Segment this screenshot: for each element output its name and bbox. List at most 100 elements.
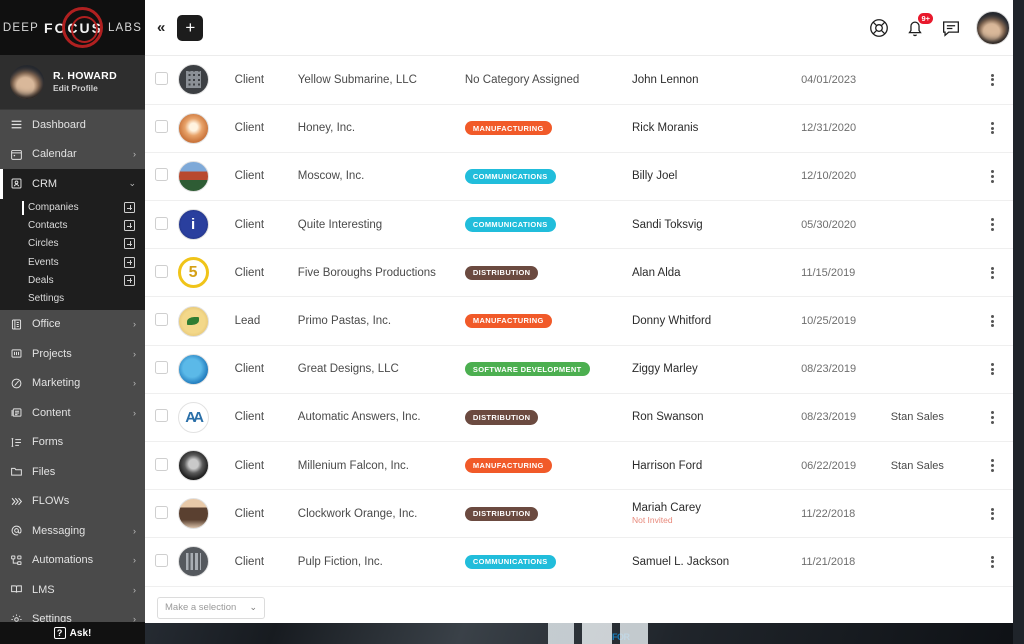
table-row[interactable]: Client Clockwork Orange, Inc. DISTRIBUTI… bbox=[145, 490, 1013, 538]
kebab-menu-icon[interactable] bbox=[972, 122, 1013, 135]
sidebar-item-projects[interactable]: Projects › bbox=[0, 339, 145, 369]
kebab-menu-icon[interactable] bbox=[972, 266, 1013, 280]
sidebar-item-label: Projects bbox=[32, 347, 72, 360]
table-row[interactable]: Client Yellow Submarine, LLC No Category… bbox=[145, 56, 1013, 105]
kebab-menu-icon[interactable] bbox=[972, 411, 1013, 424]
add-circle-icon[interactable] bbox=[124, 238, 135, 250]
row-company: Moscow, Inc. bbox=[297, 170, 365, 183]
sidebar-item-label: Calendar bbox=[32, 148, 77, 161]
row-checkbox[interactable] bbox=[154, 168, 168, 182]
edit-profile-link[interactable]: Edit Profile bbox=[53, 83, 117, 94]
row-company: Yellow Submarine, LLC bbox=[297, 73, 417, 86]
automations-icon bbox=[9, 553, 24, 568]
sidebar-item-flows[interactable]: FLOWs bbox=[0, 487, 145, 517]
company-logo bbox=[177, 64, 209, 96]
kebab-menu-icon[interactable] bbox=[972, 170, 1013, 183]
bell-icon[interactable]: 9+ bbox=[904, 12, 933, 39]
content-icon bbox=[9, 405, 24, 420]
kebab-menu-icon[interactable] bbox=[972, 507, 1013, 520]
sidebar-item-crm[interactable]: CRM ⌄ bbox=[0, 169, 145, 199]
row-date: 06/22/2019 bbox=[801, 459, 857, 472]
sidebar-item-label: Content bbox=[32, 406, 71, 419]
table-row[interactable]: Client Millenium Falcon, Inc. MANUFACTUR… bbox=[145, 442, 1013, 490]
sidebar-item-contacts[interactable]: Contacts bbox=[0, 217, 145, 235]
sidebar-item-forms[interactable]: Forms bbox=[0, 428, 145, 458]
add-button[interactable]: + bbox=[177, 14, 204, 41]
row-checkbox[interactable] bbox=[154, 553, 168, 567]
row-company: Millenium Falcon, Inc. bbox=[297, 459, 410, 472]
row-checkbox[interactable] bbox=[154, 313, 168, 327]
table-row[interactable]: AA Client Automatic Answers, Inc. DISTRI… bbox=[145, 393, 1013, 442]
category-badge: DISTRIBUTION bbox=[464, 265, 539, 281]
bulk-select-dropdown[interactable]: Make a selection ⌄ bbox=[157, 596, 265, 619]
add-deal-icon[interactable] bbox=[124, 274, 135, 286]
sidebar-item-office[interactable]: Office › bbox=[0, 310, 145, 340]
row-checkbox[interactable] bbox=[154, 457, 168, 471]
bulk-action-area: Make a selection ⌄ bbox=[145, 587, 1013, 619]
table-row[interactable]: Client Pulp Fiction, Inc. COMMUNICATIONS… bbox=[145, 538, 1013, 587]
projects-icon bbox=[9, 346, 24, 361]
sidebar-item-deals[interactable]: Deals bbox=[0, 271, 145, 289]
sidebar-item-messaging[interactable]: Messaging › bbox=[0, 516, 145, 546]
ask-button[interactable]: ? Ask! bbox=[0, 622, 145, 644]
row-checkbox[interactable] bbox=[154, 361, 168, 375]
sidebar-subitem-label: Companies bbox=[28, 202, 79, 214]
notification-badge: 9+ bbox=[918, 12, 933, 25]
table-row[interactable]: Client Moscow, Inc. COMMUNICATIONS Billy… bbox=[145, 152, 1013, 201]
sidebar-item-content[interactable]: Content › bbox=[0, 398, 145, 428]
row-checkbox[interactable] bbox=[154, 409, 168, 423]
collapse-sidebar-button[interactable]: « bbox=[157, 19, 165, 36]
kebab-menu-icon[interactable] bbox=[972, 459, 1013, 472]
sidebar-item-calendar[interactable]: Calendar › bbox=[0, 140, 145, 170]
kebab-menu-icon[interactable] bbox=[972, 218, 1013, 231]
sidebar-item-files[interactable]: Files bbox=[0, 457, 145, 487]
sidebar-item-crm-settings[interactable]: Settings bbox=[0, 289, 145, 307]
add-event-icon[interactable] bbox=[124, 256, 135, 268]
add-company-icon[interactable] bbox=[124, 202, 135, 214]
top-bar-actions: 9+ bbox=[868, 10, 1024, 45]
chevron-right-icon: › bbox=[133, 584, 136, 595]
chat-bubble-icon[interactable] bbox=[940, 17, 962, 39]
row-date: 08/23/2019 bbox=[801, 363, 857, 376]
row-checkbox[interactable] bbox=[154, 505, 168, 519]
add-contact-icon[interactable] bbox=[124, 220, 135, 232]
sidebar-subitem-label: Circles bbox=[28, 238, 59, 250]
lifebuoy-icon[interactable] bbox=[868, 17, 890, 39]
kebab-menu-icon[interactable] bbox=[972, 363, 1013, 376]
sidebar-item-automations[interactable]: Automations › bbox=[0, 546, 145, 576]
avatar bbox=[10, 65, 44, 99]
aperture-icon bbox=[62, 7, 103, 48]
sidebar-item-marketing[interactable]: Marketing › bbox=[0, 369, 145, 399]
row-type: Client bbox=[234, 73, 265, 86]
kebab-menu-icon[interactable] bbox=[972, 73, 1013, 87]
row-company: Primo Pastas, Inc. bbox=[297, 315, 392, 328]
row-company: Honey, Inc. bbox=[297, 122, 356, 135]
table-row[interactable]: 5 Client Five Boroughs Productions DISTR… bbox=[145, 249, 1013, 297]
sidebar-item-label: LMS bbox=[32, 583, 55, 596]
sidebar-item-lms[interactable]: LMS › bbox=[0, 575, 145, 605]
row-checkbox[interactable] bbox=[154, 120, 168, 134]
company-logo bbox=[177, 305, 209, 337]
brand-logo[interactable]: DEEP FOCUS LABS bbox=[0, 0, 145, 55]
sidebar-item-circles[interactable]: Circles bbox=[0, 235, 145, 253]
sidebar-item-companies[interactable]: Companies bbox=[0, 199, 145, 217]
row-date: 10/25/2019 bbox=[801, 315, 857, 328]
profile-block[interactable]: R. HOWARD Edit Profile bbox=[0, 55, 145, 110]
user-avatar[interactable] bbox=[976, 10, 1010, 45]
row-checkbox[interactable] bbox=[154, 71, 168, 85]
row-checkbox[interactable] bbox=[154, 216, 168, 230]
kebab-menu-icon[interactable] bbox=[972, 314, 1013, 328]
table-row[interactable]: Lead Primo Pastas, Inc. MANUFACTURING Do… bbox=[145, 297, 1013, 346]
sidebar-item-label: Automations bbox=[32, 554, 94, 567]
table-row[interactable]: Client Honey, Inc. MANUFACTURING Rick Mo… bbox=[145, 104, 1013, 153]
sidebar-item-dashboard[interactable]: Dashboard bbox=[0, 110, 145, 140]
table-row[interactable]: Client Great Designs, LLC SOFTWARE DEVEL… bbox=[145, 345, 1013, 394]
row-checkbox[interactable] bbox=[154, 264, 168, 278]
row-contact: Alan Alda bbox=[631, 266, 681, 279]
table-row[interactable]: i Client Quite Interesting COMMUNICATION… bbox=[145, 201, 1013, 249]
kebab-menu-icon[interactable] bbox=[972, 555, 1013, 569]
forms-icon bbox=[9, 435, 24, 450]
brand-word-labs: LABS bbox=[107, 21, 143, 34]
sidebar-item-events[interactable]: Events bbox=[0, 253, 145, 271]
company-logo bbox=[177, 450, 209, 482]
